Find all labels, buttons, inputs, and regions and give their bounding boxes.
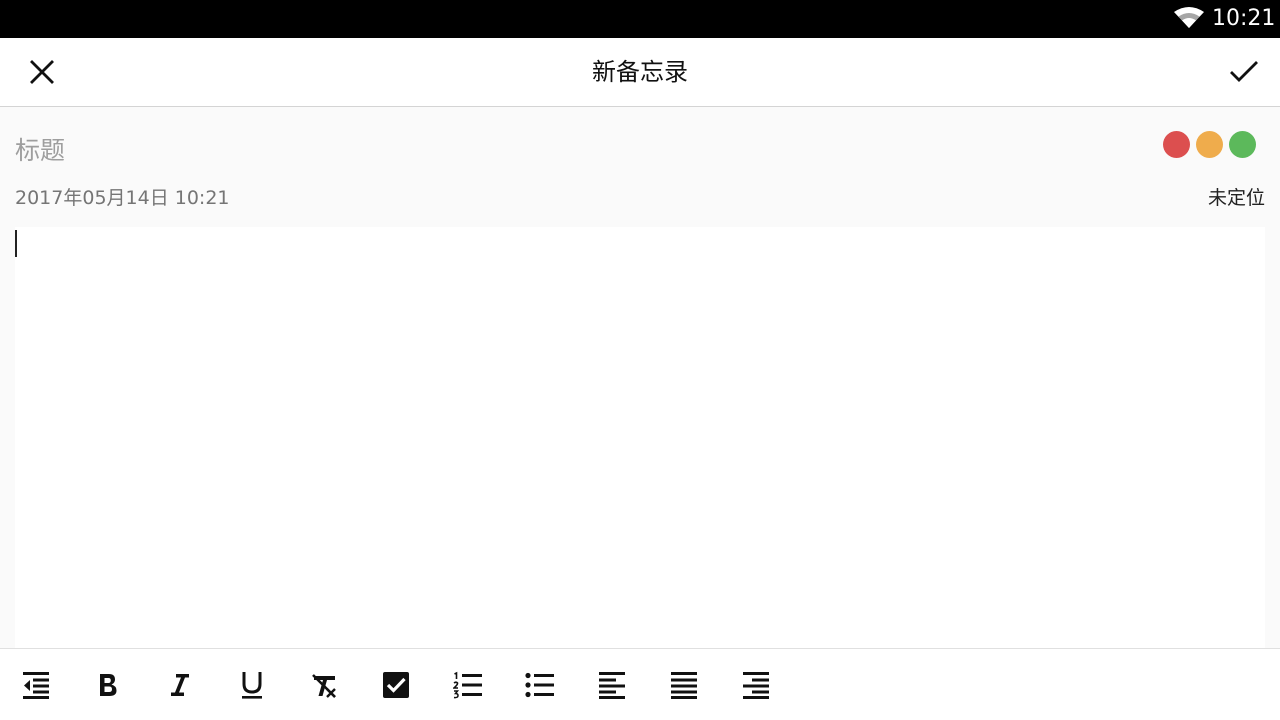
color-green-dot[interactable]	[1229, 131, 1256, 158]
checkbox-button[interactable]	[374, 663, 418, 707]
color-picker	[1163, 131, 1256, 158]
checkbox-icon	[383, 672, 409, 698]
app-bar: 新备忘录	[0, 38, 1280, 107]
align-justify-icon	[671, 672, 697, 699]
italic-icon	[171, 674, 189, 696]
align-right-button[interactable]	[734, 663, 778, 707]
underline-icon	[242, 672, 262, 699]
align-justify-button[interactable]	[662, 663, 706, 707]
align-left-button[interactable]	[590, 663, 634, 707]
status-time: 10:21	[1212, 6, 1276, 31]
color-red-dot[interactable]	[1163, 131, 1190, 158]
numbered-list-icon	[453, 671, 482, 699]
bold-icon	[100, 674, 117, 696]
clear-format-icon	[312, 674, 336, 698]
italic-button[interactable]	[158, 663, 202, 707]
note-date: 2017年05月14日 10:21	[15, 187, 230, 209]
underline-button[interactable]	[230, 663, 274, 707]
indent-decrease-icon	[23, 672, 49, 699]
note-editor[interactable]	[15, 227, 1265, 648]
bulleted-list-button[interactable]	[518, 663, 562, 707]
bold-button[interactable]	[86, 663, 130, 707]
wifi-icon	[1174, 7, 1204, 28]
save-button[interactable]	[1222, 52, 1266, 92]
clear-format-button[interactable]	[302, 663, 346, 707]
location-label[interactable]: 未定位	[1208, 186, 1265, 210]
color-orange-dot[interactable]	[1196, 131, 1223, 158]
align-left-icon	[599, 672, 625, 699]
page-title: 新备忘录	[592, 58, 688, 86]
indent-decrease-button[interactable]	[14, 663, 58, 707]
numbered-list-button[interactable]	[446, 663, 490, 707]
close-icon	[30, 60, 54, 84]
status-bar: 10:21	[0, 0, 1280, 38]
bulleted-list-icon	[525, 672, 554, 698]
format-toolbar	[0, 648, 1280, 720]
align-right-icon	[743, 672, 769, 699]
title-input[interactable]	[15, 128, 915, 172]
close-button[interactable]	[22, 52, 62, 92]
text-cursor	[15, 230, 17, 257]
check-icon	[1230, 61, 1258, 82]
